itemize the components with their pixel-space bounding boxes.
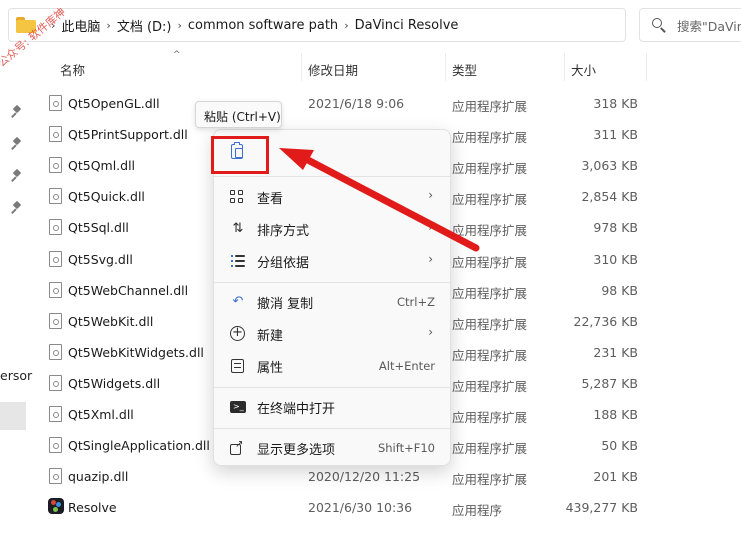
annotation-arrow-shaft bbox=[302, 155, 480, 252]
annotation-arrow bbox=[279, 148, 480, 252]
